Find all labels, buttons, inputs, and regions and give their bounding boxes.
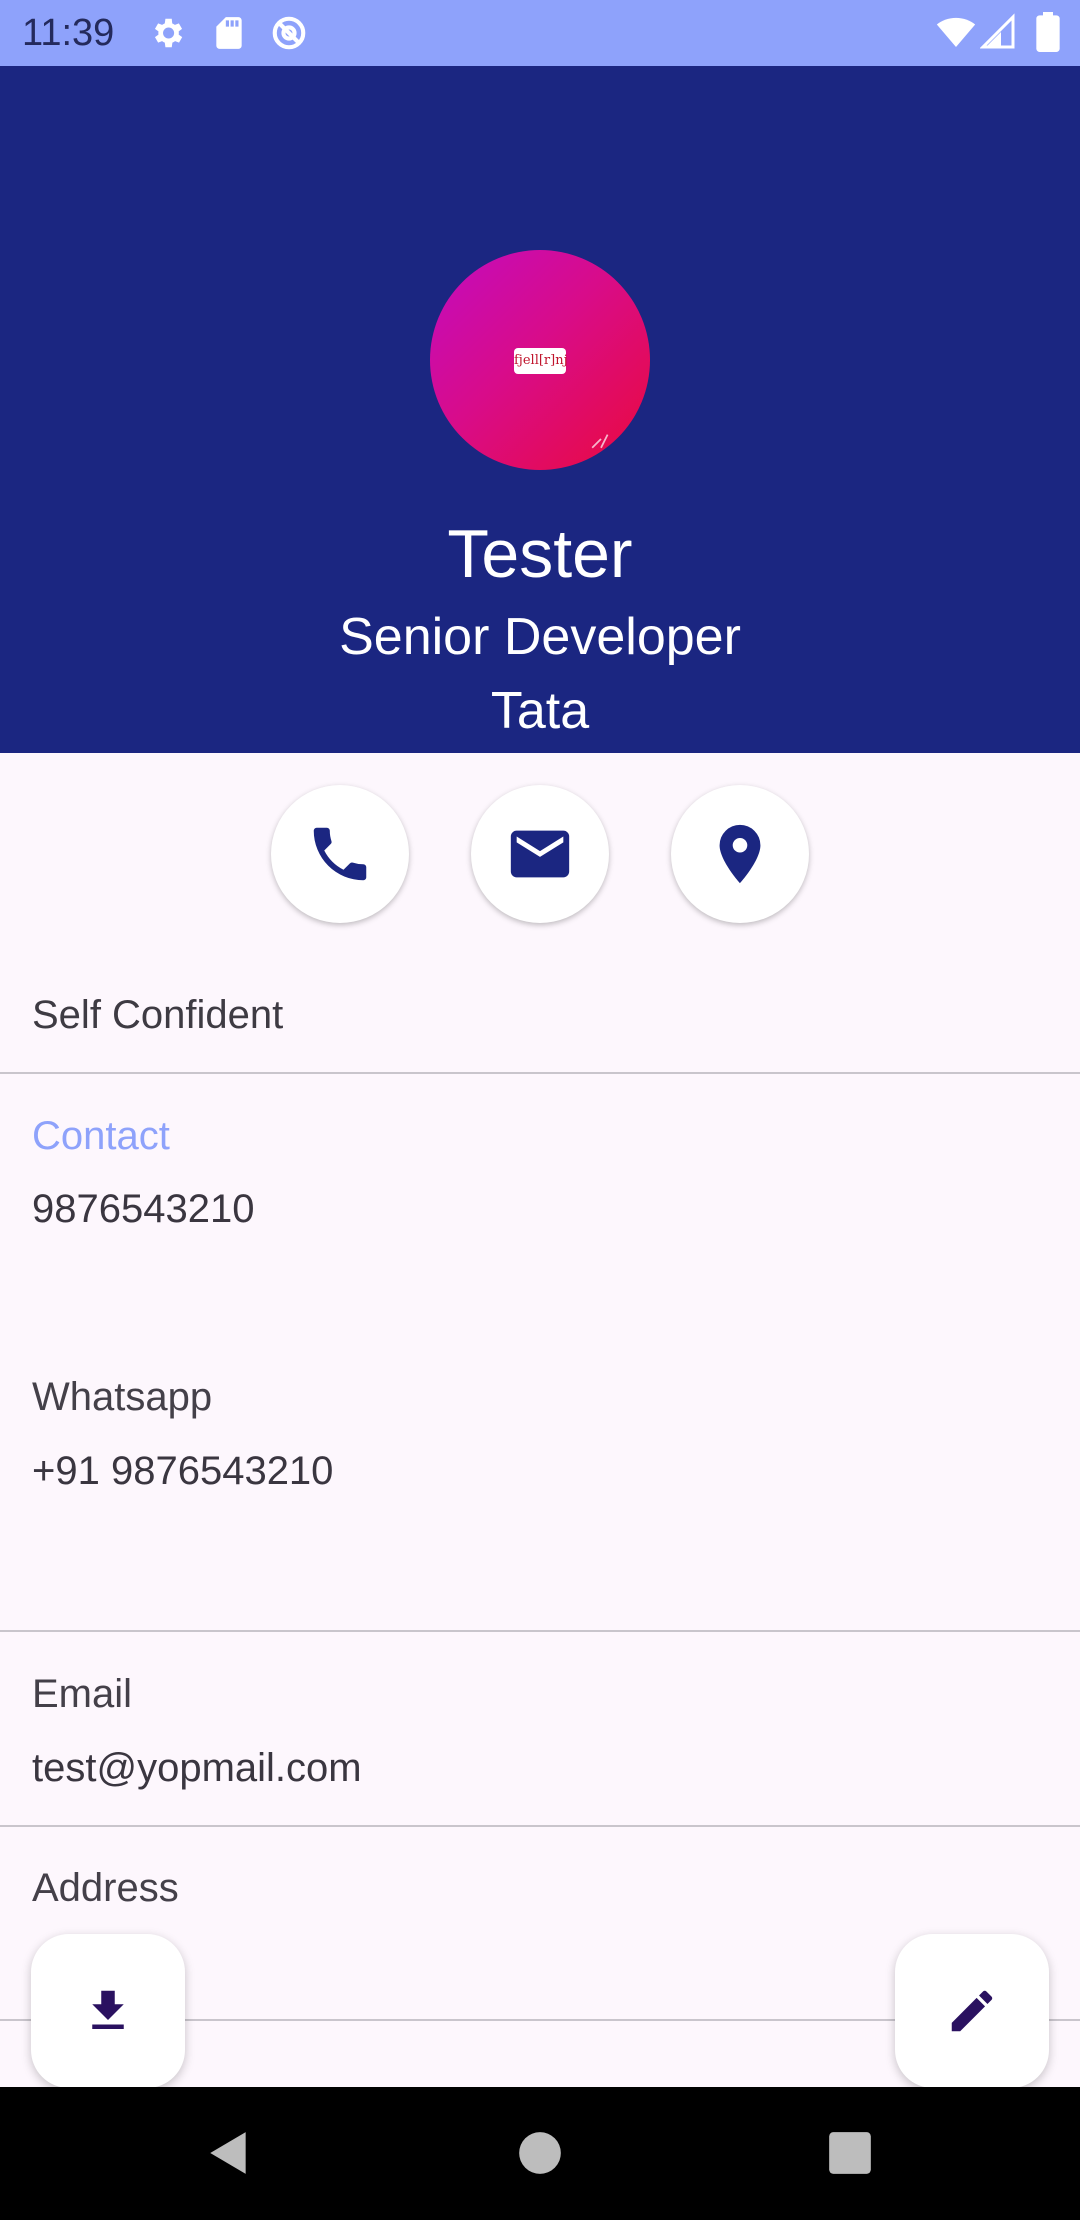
recents-icon[interactable] [825,2128,875,2178]
sparkle-icon [591,434,609,449]
download-button[interactable] [31,1934,185,2088]
avatar[interactable]: fjell[r]nj [430,250,650,470]
whatsapp-label: Whatsapp [32,1375,213,1419]
download-icon [92,1990,124,2029]
profile-name: Tester [447,516,633,592]
contact-phone[interactable]: 9876543210 [32,1184,254,1234]
email-button[interactable] [471,785,609,923]
contact-label: Contact [32,1114,170,1158]
call-button[interactable] [271,785,409,923]
sd-card-icon [216,17,242,49]
profile-company: Tata [490,682,590,740]
tagline: Self Confident [32,993,284,1037]
back-icon[interactable] [204,2128,254,2178]
email-value[interactable]: test@yopmail.com [32,1743,362,1793]
divider [0,1825,1080,1827]
divider [0,1072,1080,1074]
phone-icon [313,827,367,881]
profile-header: fjell[r]nj Tester Senior Developer Tata [0,66,1080,753]
status-time: 11:39 [22,12,115,54]
location-icon [719,824,761,884]
edit-icon [951,1990,993,2032]
edit-button[interactable] [895,1934,1049,2088]
status-bar: 11:39 [0,0,1080,66]
battery-icon [1036,12,1060,52]
at-sign-icon [272,16,306,50]
email-label: Email [32,1672,133,1716]
home-icon[interactable] [515,2128,565,2178]
location-button[interactable] [671,785,809,923]
gear-icon [154,18,183,48]
cell-signal-icon [980,13,1015,49]
address-label: Address [32,1866,179,1910]
profile-role: Senior Developer [339,608,741,666]
wifi-icon [936,17,976,47]
avatar-logo: fjell[r]nj [514,348,568,374]
divider [0,1630,1080,1632]
email-icon [510,830,570,878]
whatsapp-number[interactable]: +91 9876543210 [32,1446,333,1496]
